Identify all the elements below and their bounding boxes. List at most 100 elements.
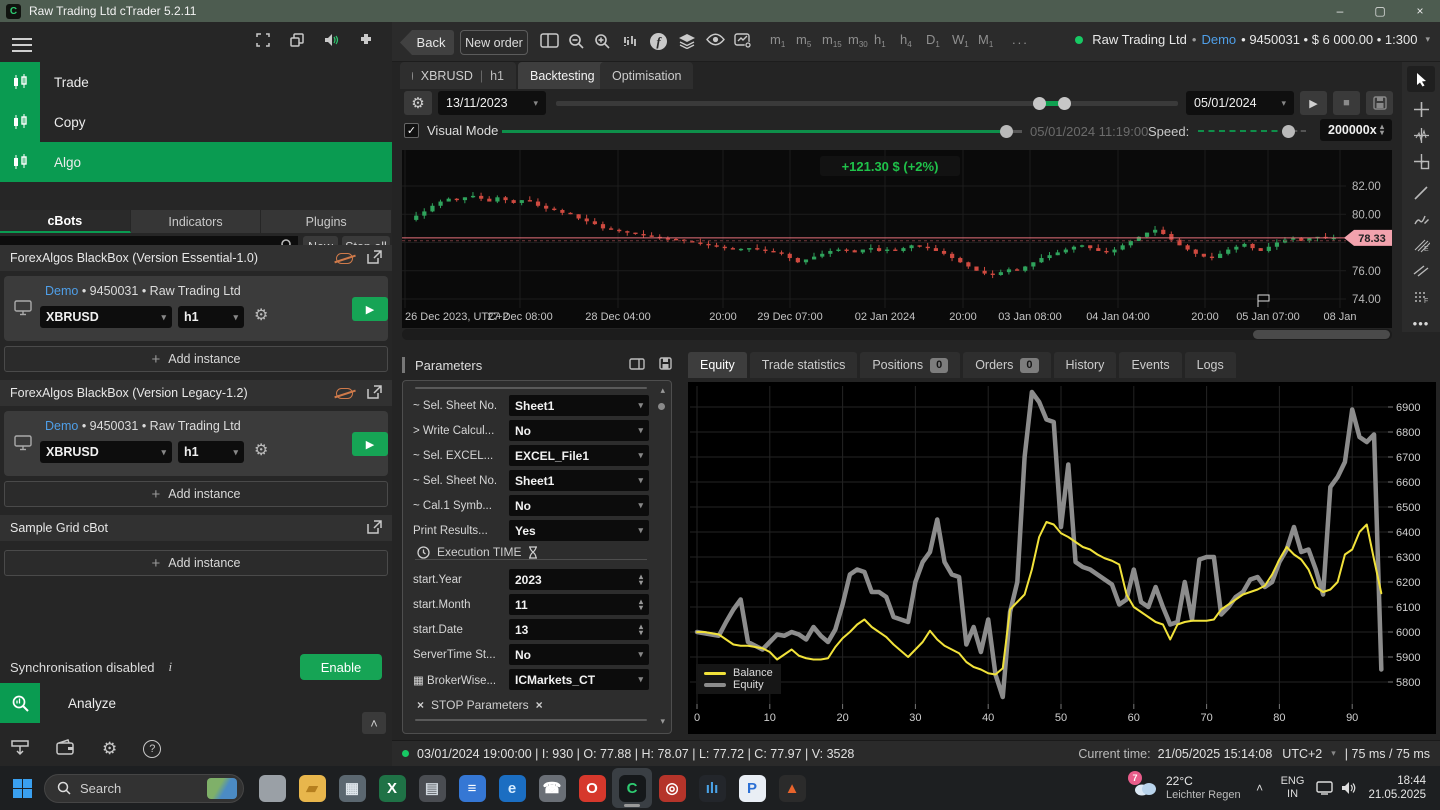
parameter-control[interactable]: Sheet1 ▾ ▴▾ bbox=[509, 470, 649, 491]
play-backtest-button[interactable]: ▶ bbox=[1300, 91, 1327, 115]
results-tab[interactable]: Positions0 bbox=[860, 352, 960, 378]
crosshair-icon[interactable] bbox=[1402, 96, 1440, 122]
timeframe-button[interactable]: m5 bbox=[796, 32, 822, 49]
add-instance-button[interactable]: +Add instance bbox=[4, 481, 388, 507]
info-icon[interactable]: i bbox=[169, 659, 173, 675]
start-cbot-button[interactable]: ▶ bbox=[352, 432, 388, 456]
sidebar-nav-analyze[interactable]: Algo ​ Analyze bbox=[0, 683, 392, 723]
results-tab[interactable]: Equity bbox=[688, 352, 747, 378]
tab-chart-xbrusd[interactable]: XBRUSD|h1 bbox=[400, 62, 516, 89]
visual-mode-checkbox[interactable]: ✓ bbox=[404, 123, 419, 138]
parameter-control[interactable]: No ▾ ▴▾ bbox=[509, 420, 649, 441]
range-start-handle[interactable] bbox=[1033, 97, 1046, 110]
taskbar-app[interactable]: ▦ bbox=[332, 768, 372, 808]
stop-backtest-button[interactable]: ■ bbox=[1333, 91, 1360, 115]
timeframe-button[interactable]: W1 bbox=[952, 32, 978, 49]
visibility-icon[interactable] bbox=[706, 33, 725, 49]
deposit-icon[interactable] bbox=[10, 739, 30, 760]
sidebar-nav-item[interactable]: Trade bbox=[0, 62, 392, 102]
new-order-button[interactable]: New order bbox=[460, 30, 528, 55]
results-tab[interactable]: Logs bbox=[1185, 352, 1236, 378]
taskbar-app[interactable]: e bbox=[492, 768, 532, 808]
menu-icon[interactable] bbox=[12, 34, 32, 56]
plugins-icon[interactable] bbox=[358, 32, 374, 51]
indicators-icon[interactable]: f bbox=[650, 33, 667, 50]
taskbar-app[interactable]: ≡ bbox=[452, 768, 492, 808]
symbol-select[interactable]: XBRUSD▾ bbox=[40, 441, 172, 463]
parameter-control[interactable]: 13 ▾ ▴▾ bbox=[509, 619, 649, 640]
timeframe-button[interactable]: m15 bbox=[822, 32, 848, 49]
speed-handle[interactable] bbox=[1282, 125, 1295, 138]
taskbar-app[interactable]: ▤ bbox=[412, 768, 452, 808]
fibonacci-icon[interactable]: E bbox=[1402, 232, 1440, 258]
taskbar-app[interactable] bbox=[252, 768, 292, 808]
parameter-control[interactable]: No ▾ ▴▾ bbox=[509, 644, 649, 665]
chart-h-scrollbar[interactable] bbox=[402, 329, 1392, 340]
taskbar-app[interactable]: C bbox=[612, 768, 652, 808]
maximize-button[interactable]: ▢ bbox=[1360, 0, 1400, 22]
start-cbot-button[interactable]: ▶ bbox=[352, 297, 388, 321]
drag-handle[interactable] bbox=[402, 357, 405, 373]
instance-card[interactable]: Demo • 9450031 • Raw Trading Ltd XBRUSD▾… bbox=[4, 411, 388, 476]
cloud-off-icon[interactable] bbox=[336, 388, 353, 399]
taskbar-app[interactable]: ☎ bbox=[532, 768, 572, 808]
start-button[interactable] bbox=[0, 768, 44, 808]
instance-settings-icon[interactable]: ⚙ bbox=[254, 305, 268, 325]
minimize-button[interactable]: – bbox=[1320, 0, 1360, 22]
zoom-out-icon[interactable] bbox=[568, 33, 585, 53]
section-stop-parameters[interactable]: × STOP Parameters × bbox=[417, 698, 543, 712]
windows-icon[interactable] bbox=[289, 32, 305, 51]
sidebar-tab[interactable]: Indicators bbox=[131, 210, 262, 233]
chart-settings-icon[interactable] bbox=[734, 33, 753, 52]
more-tools-icon[interactable]: ••• bbox=[1402, 310, 1440, 336]
progress-handle[interactable] bbox=[1000, 125, 1013, 138]
tab-optimisation[interactable]: Optimisation bbox=[600, 62, 693, 89]
timezone-select[interactable]: UTC+2 bbox=[1282, 747, 1322, 761]
close-button[interactable]: × bbox=[1400, 0, 1440, 22]
timeframe-button[interactable]: m1 bbox=[770, 32, 796, 49]
scroll-down-icon[interactable]: ▾ bbox=[660, 716, 665, 727]
taskbar-app[interactable]: ▰ bbox=[292, 768, 332, 808]
scroll-thumb[interactable] bbox=[658, 403, 665, 410]
cbot-header[interactable]: ForexAlgos BlackBox (Version Essential-1… bbox=[0, 245, 392, 271]
results-tab[interactable]: Events bbox=[1119, 352, 1181, 378]
results-tab[interactable]: Orders0 bbox=[963, 352, 1050, 378]
cbot-header[interactable]: Sample Grid cBot bbox=[0, 515, 392, 541]
range-end-handle[interactable] bbox=[1058, 97, 1071, 110]
sidebar-nav-item[interactable]: Algo bbox=[0, 142, 392, 182]
add-instance-button[interactable]: +Add instance bbox=[4, 550, 388, 576]
trendline-icon[interactable] bbox=[1402, 180, 1440, 206]
timeframe-button[interactable]: m30 bbox=[848, 32, 874, 49]
speed-track[interactable] bbox=[1198, 130, 1288, 132]
taskbar-app[interactable]: ılı bbox=[692, 768, 732, 808]
display-icon[interactable] bbox=[1312, 781, 1336, 795]
sidebar-tab[interactable]: cBots bbox=[0, 210, 131, 233]
instance-settings-icon[interactable]: ⚙ bbox=[254, 440, 268, 460]
crosshair-sync-icon[interactable] bbox=[1402, 122, 1440, 148]
chart-layout-icon[interactable] bbox=[540, 33, 559, 51]
report-button[interactable] bbox=[1366, 91, 1393, 115]
measure-icon[interactable] bbox=[1402, 148, 1440, 174]
open-editor-icon[interactable] bbox=[367, 385, 382, 402]
start-date-select[interactable]: 13/11/2023▾ bbox=[438, 91, 546, 115]
timeframe-button[interactable]: M1 bbox=[978, 32, 1004, 49]
instance-card[interactable]: Demo • 9450031 • Raw Trading Ltd XBRUSD▾… bbox=[4, 276, 388, 341]
weather-widget[interactable]: 7 22°C Leichter Regen bbox=[1132, 774, 1241, 802]
collapse-chevron-button[interactable]: ˄ bbox=[362, 712, 386, 734]
cbot-header[interactable]: ForexAlgos BlackBox (Version Legacy-1.2) bbox=[0, 380, 392, 406]
objects-icon[interactable] bbox=[678, 33, 696, 52]
section-execution-time[interactable]: Execution TIME bbox=[417, 545, 538, 559]
wallet-icon[interactable] bbox=[56, 739, 76, 759]
cloud-off-icon[interactable] bbox=[336, 253, 353, 264]
timeframe-button[interactable]: h4 bbox=[900, 32, 926, 49]
zoom-in-icon[interactable] bbox=[594, 33, 611, 53]
back-button[interactable]: Back bbox=[400, 30, 454, 55]
settings-icon[interactable]: ⚙ bbox=[102, 739, 117, 759]
taskbar-app[interactable]: ▲ bbox=[772, 768, 812, 808]
taskbar-app[interactable]: X bbox=[372, 768, 412, 808]
timeframe-select[interactable]: h1▾ bbox=[178, 441, 244, 463]
results-tab[interactable]: History bbox=[1054, 352, 1117, 378]
pointer-icon[interactable] bbox=[1407, 66, 1435, 92]
clock[interactable]: 18:4421.05.2025 bbox=[1368, 774, 1426, 802]
tray-chevron-icon[interactable]: ˄ bbox=[1247, 781, 1273, 795]
